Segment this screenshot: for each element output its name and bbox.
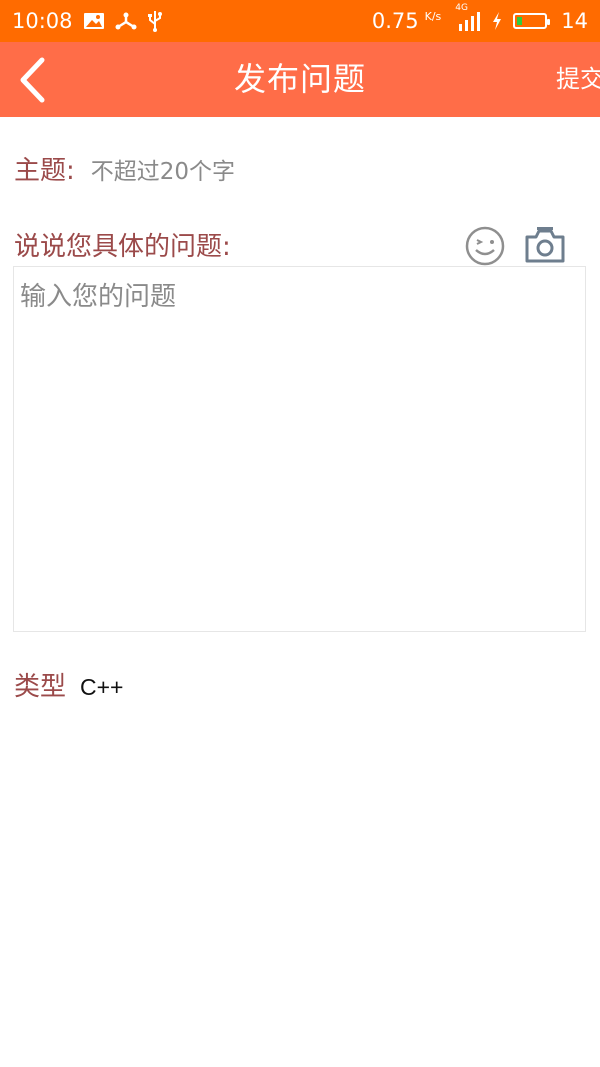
- usb-icon: [147, 10, 163, 32]
- camera-button[interactable]: [523, 225, 567, 265]
- subject-input[interactable]: [88, 158, 513, 186]
- type-row: 类型 C++: [14, 666, 124, 703]
- network-speed: 0.75: [371, 9, 419, 33]
- back-button[interactable]: [14, 56, 50, 104]
- image-icon: [83, 12, 105, 30]
- speed-unit: K/s: [424, 10, 442, 23]
- usb-share-icon: [115, 11, 137, 31]
- network-type: 4G: [455, 3, 468, 13]
- submit-button[interactable]: 提交: [556, 42, 600, 117]
- page-title: 发布问题: [233, 60, 366, 98]
- description-box: [13, 266, 586, 632]
- chevron-left-icon: [20, 57, 45, 103]
- subject-row: 主题:: [14, 150, 513, 187]
- charging-icon: [491, 11, 503, 31]
- battery-icon: [513, 13, 551, 29]
- type-selector[interactable]: C++: [80, 674, 123, 701]
- app-bar: 发布问题 提交: [0, 42, 600, 117]
- emoji-button[interactable]: [464, 225, 506, 267]
- description-input[interactable]: [14, 267, 585, 631]
- status-time: 10:08: [12, 9, 73, 33]
- smiley-icon: [465, 226, 505, 266]
- battery-level: 14: [561, 9, 588, 33]
- subject-label: 主题:: [14, 156, 75, 186]
- status-bar: 10:08 0.75 K/s 4G 14: [0, 0, 600, 42]
- type-label: 类型: [14, 672, 67, 702]
- description-label: 说说您具体的问题:: [14, 232, 231, 262]
- signal-icon: 4G: [455, 3, 485, 32]
- camera-icon: [525, 227, 565, 263]
